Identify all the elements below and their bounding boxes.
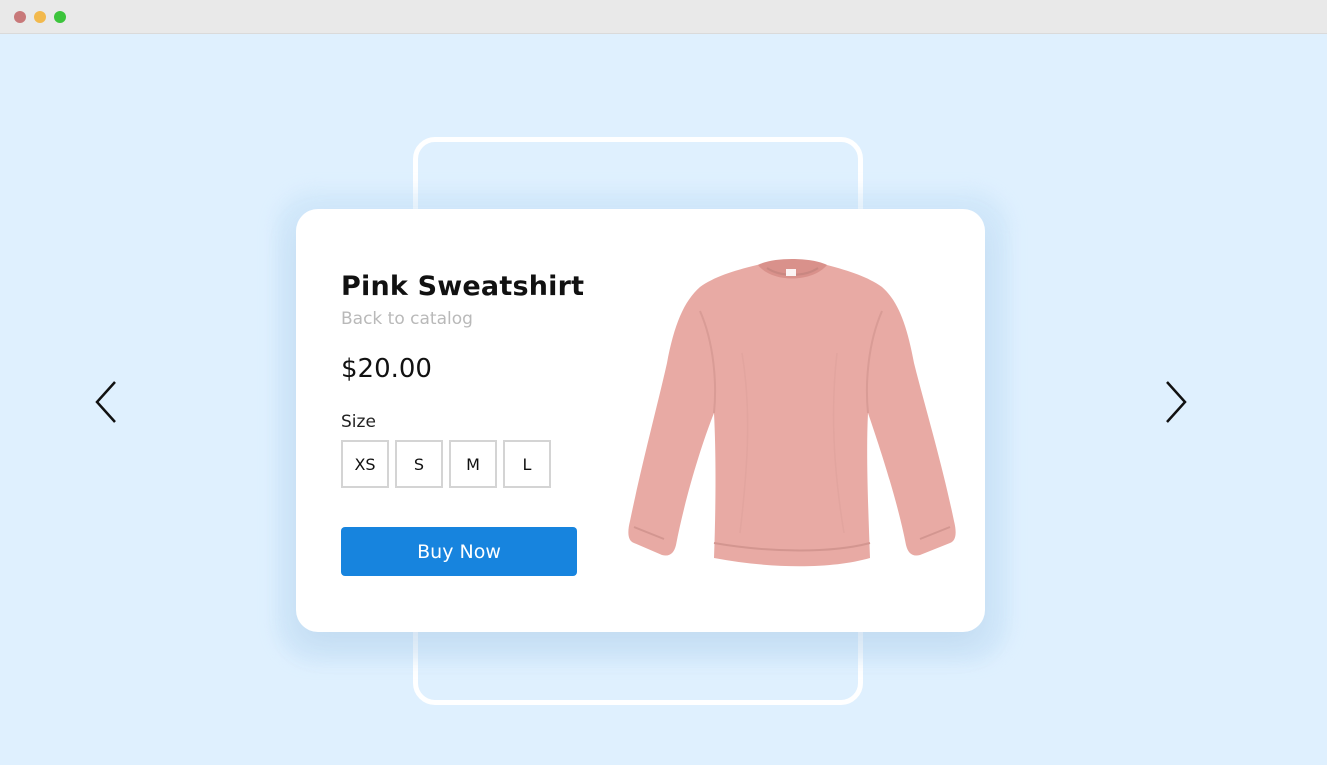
browser-window: Pink Sweatshirt Back to catalog $20.00 S… <box>0 0 1327 765</box>
product-title: Pink Sweatshirt <box>341 271 585 302</box>
size-options: XS S M L <box>341 440 551 488</box>
product-card: Pink Sweatshirt Back to catalog $20.00 S… <box>296 209 985 632</box>
chevron-left-icon[interactable] <box>93 380 119 424</box>
sweatshirt-body <box>628 260 956 567</box>
chevron-right-icon[interactable] <box>1163 380 1189 424</box>
window-minimize-button[interactable] <box>34 11 46 23</box>
size-label: Size <box>341 412 376 432</box>
sweatshirt-image <box>628 259 956 567</box>
size-option-xs[interactable]: XS <box>341 440 389 488</box>
window-maximize-button[interactable] <box>54 11 66 23</box>
window-titlebar <box>0 0 1327 34</box>
size-option-l[interactable]: L <box>503 440 551 488</box>
size-option-s[interactable]: S <box>395 440 443 488</box>
buy-now-button[interactable]: Buy Now <box>341 527 577 576</box>
window-close-button[interactable] <box>14 11 26 23</box>
size-option-m[interactable]: M <box>449 440 497 488</box>
back-to-catalog-link[interactable]: Back to catalog <box>341 309 473 329</box>
product-price: $20.00 <box>341 354 432 384</box>
